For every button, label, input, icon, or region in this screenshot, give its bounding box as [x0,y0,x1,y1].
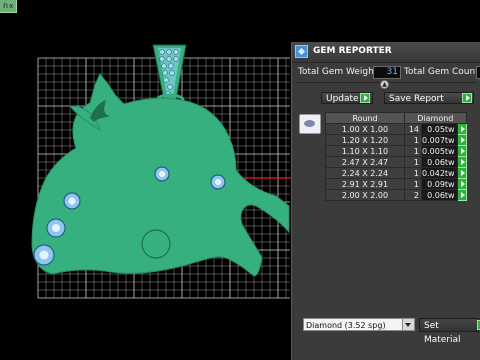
save-report-button-label: Save Report [389,94,444,104]
update-button-label: Update [326,94,359,104]
table-header-shape: Round [325,112,405,124]
cell-count: 1 [404,156,422,168]
cell-size: 1.00 X 1.00 [325,123,405,135]
cell-count: 1 [404,134,422,146]
row-go-icon[interactable] [456,189,467,201]
total-gem-count-field[interactable] [476,66,480,79]
cell-count: 14 [404,123,422,135]
row-go-icon[interactable] [456,167,467,179]
table-row[interactable]: 2.24 X 2.24 1 0.042tw [325,167,467,179]
cell-count: 1 [404,167,422,179]
cell-weight: 0.09tw [421,178,458,190]
cell-size: 2.47 X 2.47 [325,156,405,168]
cell-count: 2 [404,189,422,201]
cell-count: 1 [404,145,422,157]
gem-facet [51,223,61,233]
material-select[interactable]: Diamond (3.52 spg) [303,318,415,331]
bail-gem [163,77,169,83]
row-go-icon[interactable] [456,178,467,190]
bail-gem [159,49,165,55]
cell-count: 1 [404,178,422,190]
row-go-icon[interactable] [456,134,467,146]
bail-gem [161,63,167,69]
cell-weight: 0.042tw [421,167,458,179]
bail-gem [169,70,175,76]
table-row[interactable]: 2.91 X 2.91 1 0.09tw [325,178,467,190]
cell-size: 2.24 X 2.24 [325,167,405,179]
set-material-button[interactable]: Set Material [419,318,479,345]
cell-weight: 0.06tw [421,156,458,168]
cell-weight: 0.005tw [421,145,458,157]
gem-facet [158,170,166,178]
round-gem-thumbnail[interactable] [299,114,321,134]
material-select-value: Diamond (3.52 spg) [306,321,386,330]
gem-report-table: Round Diamond 1.00 X 1.00 14 0.05tw 1.20 X … [325,112,467,201]
bail-gem [159,56,165,62]
row-go-icon[interactable] [456,123,467,135]
panel-title: GEM REPORTER [313,46,392,56]
cell-weight: 0.007tw [421,134,458,146]
cell-weight: 0.06tw [421,189,458,201]
gem-facet [39,250,49,260]
table-row[interactable]: 2.00 X 2.00 2 0.06tw [325,189,467,201]
bail-gem [167,84,173,90]
table-header-material: Diamond [404,112,467,124]
collapse-toggle-icon[interactable]: ▲ [380,80,389,89]
total-gem-weight-field[interactable]: 31 [373,66,401,79]
gem-reporter-icon [295,45,308,58]
total-gem-count-label: Total Gem Count [404,67,479,77]
set-material-button-label: Set Material [424,321,461,345]
table-row[interactable]: 1.20 X 1.20 1 0.007tw [325,134,467,146]
bail-gem [168,63,174,69]
table-row[interactable]: 2.47 X 2.47 1 0.06tw [325,156,467,168]
row-go-icon[interactable] [456,156,467,168]
bail-gem [162,70,168,76]
row-go-icon[interactable] [456,145,467,157]
cell-weight: 0.05tw [421,123,458,135]
update-go-icon[interactable] [360,93,370,103]
bail-gem [166,56,172,62]
total-gem-weight-label: Total Gem Weight [298,67,378,77]
save-report-go-icon[interactable] [462,93,472,103]
gem-facet [214,178,222,186]
panel-titlebar[interactable]: GEM REPORTER [292,42,480,63]
cell-size: 1.20 X 1.20 [325,134,405,146]
cell-size: 2.00 X 2.00 [325,189,405,201]
chevron-down-icon[interactable] [402,319,414,330]
bail-gem [173,56,179,62]
gem-reporter-panel: GEM REPORTER Total Gem Weight 31 Total G… [291,42,480,360]
cell-size: 2.91 X 2.91 [325,178,405,190]
bail-gem [173,49,179,55]
table-row[interactable]: 1.00 X 1.00 14 0.05tw [325,123,467,135]
table-row[interactable]: 1.10 X 1.10 1 0.005tw [325,145,467,157]
bail-gem [166,49,172,55]
cell-size: 1.10 X 1.10 [325,145,405,157]
save-report-button[interactable]: Save Report [384,92,474,104]
gem-facet [68,197,76,205]
